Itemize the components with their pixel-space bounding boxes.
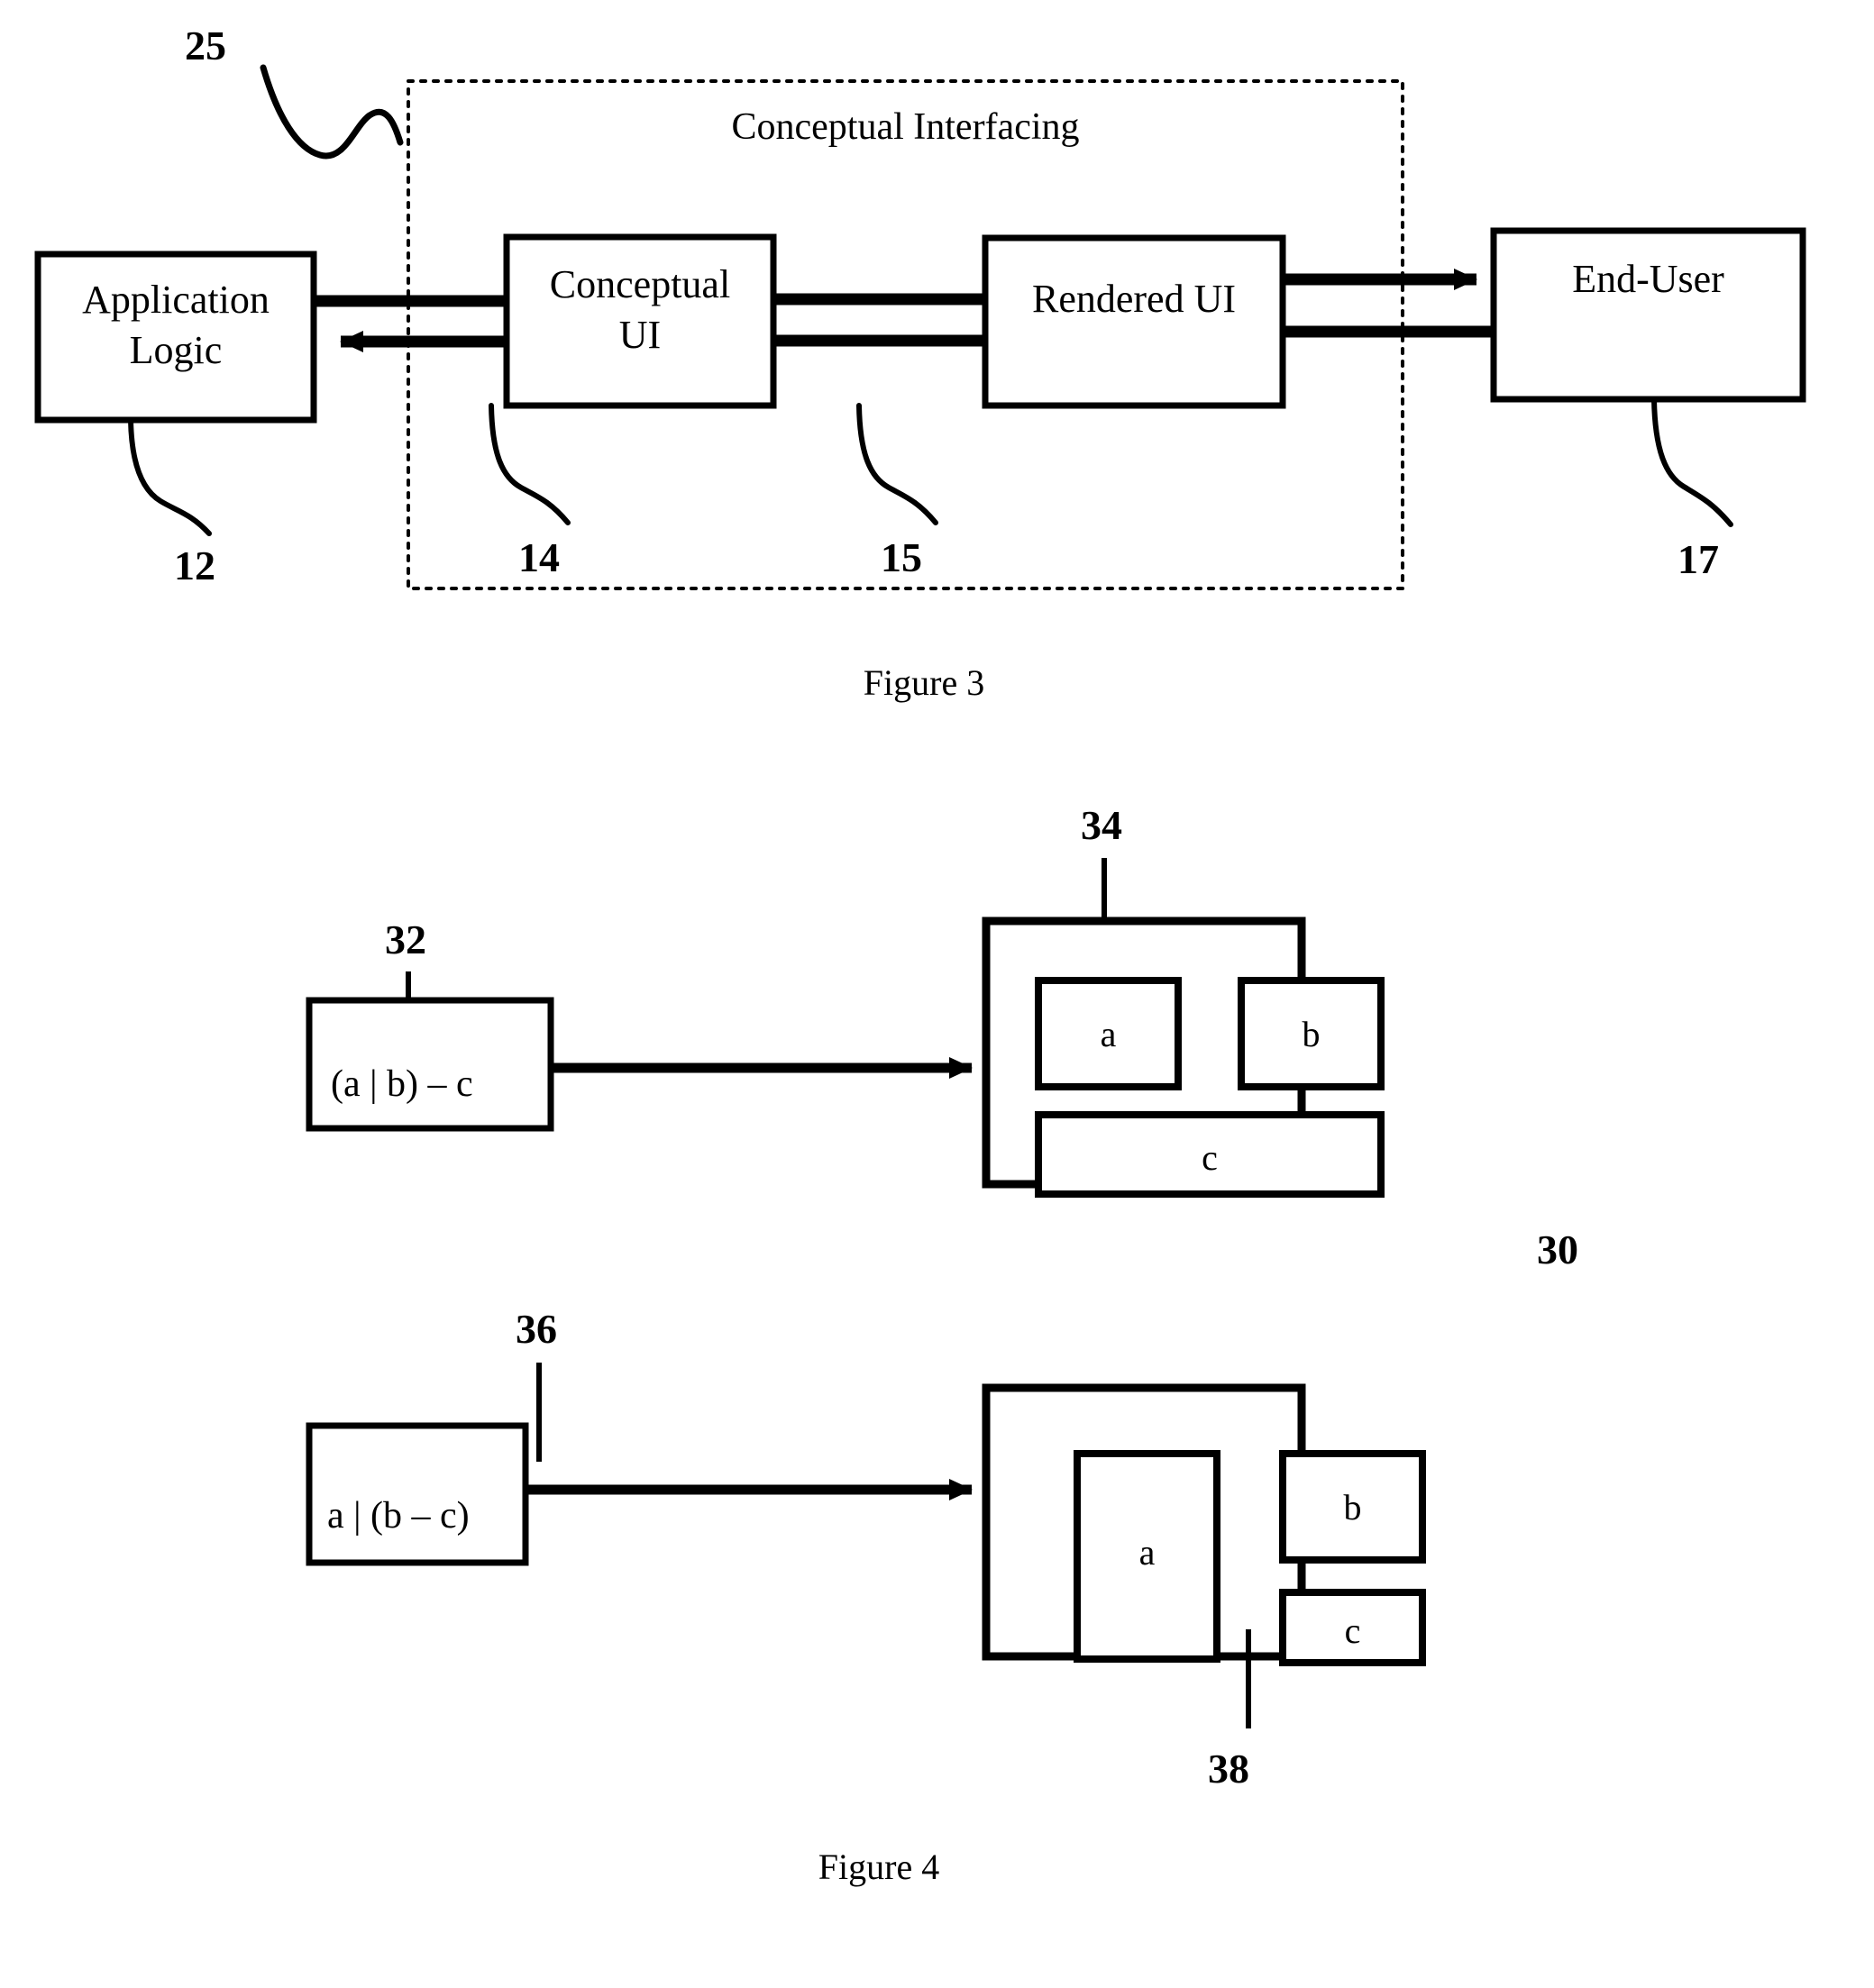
conceptual-interfacing-title: Conceptual Interfacing bbox=[731, 106, 1080, 148]
refnum-30: 30 bbox=[1537, 1227, 1578, 1272]
refnum-36: 36 bbox=[516, 1306, 557, 1352]
rendered-ui-label: Rendered UI bbox=[1031, 277, 1236, 321]
callout-25-leader bbox=[260, 64, 404, 160]
end-user-label: End-User bbox=[1572, 257, 1724, 301]
figure-4-caption: Figure 4 bbox=[818, 1847, 940, 1887]
application-logic-label: Application Logic bbox=[38, 275, 314, 377]
rendered-ui-box bbox=[982, 234, 1286, 409]
refnum-32: 32 bbox=[385, 916, 426, 962]
patent-figure-sheet: 25 Conceptual Interfacing Application Lo… bbox=[0, 0, 1874, 1988]
panel-top-c-label: c bbox=[1202, 1137, 1218, 1178]
leader-15 bbox=[856, 403, 938, 525]
expression-box-bottom bbox=[306, 1422, 529, 1566]
refnum-15: 15 bbox=[881, 534, 922, 580]
expression-bottom: a | (b – c) bbox=[327, 1495, 470, 1537]
conceptual-ui-line2: UI bbox=[618, 313, 662, 358]
conceptual-ui-label: Conceptual UI bbox=[507, 260, 773, 361]
refnum-14: 14 bbox=[518, 534, 560, 580]
callout-25-label: 25 bbox=[185, 23, 226, 68]
refnum-12: 12 bbox=[174, 543, 215, 588]
panel-top-b-label: b bbox=[1302, 1014, 1321, 1054]
refnum-17: 17 bbox=[1677, 536, 1719, 582]
expression-top: (a | b) – c bbox=[331, 1063, 473, 1105]
leader-12 bbox=[128, 417, 212, 536]
panel-bottom-c-label: c bbox=[1344, 1610, 1361, 1651]
refnum-34: 34 bbox=[1081, 802, 1122, 848]
figure-3-caption: Figure 3 bbox=[863, 662, 985, 703]
refnum-38: 38 bbox=[1208, 1746, 1249, 1792]
leader-14 bbox=[489, 403, 571, 525]
conceptual-ui-line1: Conceptual bbox=[549, 262, 731, 306]
panel-bottom-a-label: a bbox=[1138, 1532, 1156, 1573]
leader-17 bbox=[1651, 397, 1733, 527]
panel-top-a-label: a bbox=[1100, 1014, 1117, 1054]
panel-bottom-b-label: b bbox=[1343, 1487, 1362, 1527]
application-logic-line1: Application bbox=[82, 278, 270, 322]
application-logic-line2: Logic bbox=[129, 328, 223, 373]
